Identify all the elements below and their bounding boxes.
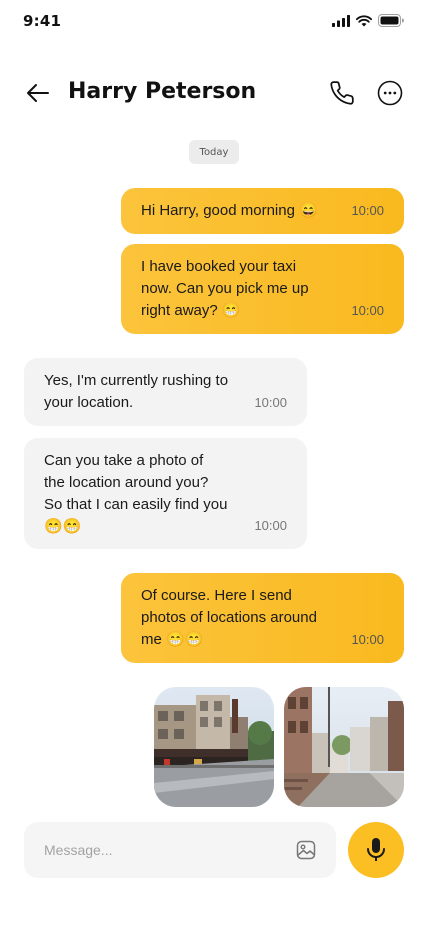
call-button[interactable] [328, 78, 356, 108]
message-text: Of course. Here I send photos of locatio… [141, 587, 317, 648]
more-options-button[interactable] [377, 80, 403, 106]
message-time: 10:00 [351, 303, 384, 318]
hillside-street-photo [284, 687, 404, 807]
attach-image-button[interactable] [296, 840, 316, 860]
message-text: I have booked your taxi now. Can you pic… [141, 258, 309, 319]
message-text: Hi Harry, good morning 😄 [141, 202, 318, 219]
phone-icon [330, 81, 354, 105]
image-icon [296, 840, 316, 860]
message-bubble-incoming[interactable]: Can you take a photo of the location aro… [24, 438, 307, 549]
message-time: 10:00 [351, 203, 384, 218]
chat-header: Harry Peterson [0, 70, 428, 116]
message-composer [24, 822, 336, 878]
photo-attachment[interactable] [154, 687, 274, 807]
message-time: 10:00 [351, 632, 384, 647]
message-text: Can you take a photo of the location aro… [44, 452, 228, 535]
arrow-left-icon [27, 84, 49, 102]
message-bubble-outgoing[interactable]: Hi Harry, good morning 😄 10:00 [121, 188, 404, 234]
cellular-signal-icon [332, 14, 350, 27]
contact-name: Harry Peterson [68, 79, 257, 104]
message-input[interactable] [44, 838, 284, 862]
status-time: 9:41 [23, 12, 62, 30]
message-bubble-outgoing[interactable]: Of course. Here I send photos of locatio… [121, 573, 404, 663]
wifi-icon [356, 14, 372, 26]
street-corner-photo [154, 687, 274, 807]
microphone-icon [367, 838, 385, 861]
message-bubble-outgoing[interactable]: I have booked your taxi now. Can you pic… [121, 244, 404, 334]
voice-record-button[interactable] [348, 822, 404, 878]
message-time: 10:00 [254, 395, 287, 410]
message-time: 10:00 [254, 518, 287, 533]
back-button[interactable] [24, 80, 52, 106]
status-icons [332, 14, 404, 27]
photo-attachment[interactable] [284, 687, 404, 807]
more-horizontal-icon [377, 80, 403, 106]
status-bar: 9:41 [0, 0, 428, 44]
message-bubble-incoming[interactable]: Yes, I'm currently rushing to your locat… [24, 358, 307, 426]
message-text: Yes, I'm currently rushing to your locat… [44, 372, 229, 411]
date-divider: Today [189, 140, 239, 164]
battery-icon [378, 14, 404, 27]
